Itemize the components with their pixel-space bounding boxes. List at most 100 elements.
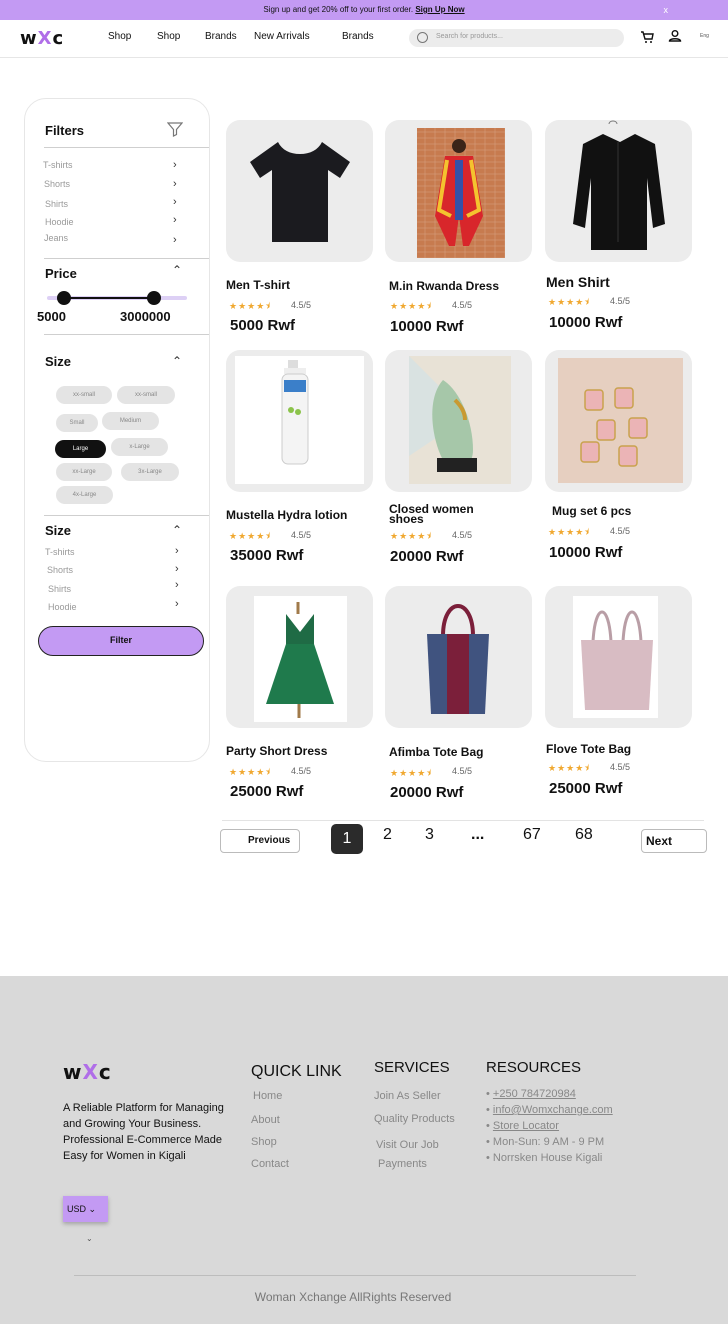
size-3x-large[interactable]: 3x-Large xyxy=(121,463,179,481)
page-3[interactable]: 3 xyxy=(425,826,434,844)
product-image-flove-bag[interactable] xyxy=(545,586,692,728)
footer-link-join-seller[interactable]: Join As Seller xyxy=(374,1090,441,1102)
footer-address: • Norrsken House Kigali xyxy=(486,1152,603,1164)
product-name[interactable]: Men T-shirt xyxy=(226,279,290,291)
page-1[interactable]: 1 xyxy=(331,824,363,854)
category-hoodie[interactable]: Hoodie xyxy=(45,217,74,227)
size-large[interactable]: Large xyxy=(55,440,106,458)
search-input[interactable]: Search for products... xyxy=(409,29,624,47)
category-tshirts[interactable]: T-shirts xyxy=(43,160,73,170)
product-name[interactable]: Mug set 6 pcs xyxy=(552,505,631,517)
rating-value: 4.5/5 xyxy=(610,526,631,536)
footer-link-about[interactable]: About xyxy=(251,1114,280,1126)
product-image-party-dress[interactable] xyxy=(226,586,373,728)
chevron-right-icon[interactable]: › xyxy=(175,579,179,591)
category-shirts-2[interactable]: Shirts xyxy=(48,584,71,594)
product-image-lotion[interactable] xyxy=(226,350,373,492)
size-xx-large[interactable]: xx-Large xyxy=(56,463,112,481)
footer-store-locator[interactable]: • Store Locator xyxy=(486,1120,559,1132)
product-name[interactable]: Closed women shoes xyxy=(389,503,499,525)
footer-email[interactable]: • info@Womxchange.com xyxy=(486,1104,613,1116)
size-xx-small-2[interactable]: xx-small xyxy=(117,386,175,404)
chevron-right-icon[interactable]: › xyxy=(173,178,177,190)
category-shorts[interactable]: Shorts xyxy=(44,179,70,189)
chevron-right-icon[interactable]: › xyxy=(175,545,179,557)
product-image-shoes[interactable] xyxy=(385,350,532,492)
footer-logo[interactable]: wXc xyxy=(63,1060,112,1084)
header: wXc Shop Shop Brands New Arrivals Brands… xyxy=(0,20,728,58)
chevron-right-icon[interactable]: › xyxy=(175,563,179,575)
footer-link-payments[interactable]: Payments xyxy=(378,1158,427,1170)
next-button[interactable]: Next xyxy=(641,829,707,853)
filters-title: Filters xyxy=(45,123,85,138)
rating-stars: ★★★★⯨ xyxy=(229,301,272,311)
footer-link-shop[interactable]: Shop xyxy=(251,1136,277,1148)
page-68[interactable]: 68 xyxy=(575,826,593,844)
nav-brands-2[interactable]: Brands xyxy=(342,31,374,42)
product-name[interactable]: Mustella Hydra lotion xyxy=(226,509,347,521)
footer-link-quality[interactable]: Quality Products xyxy=(374,1113,455,1125)
nav-brands[interactable]: Brands xyxy=(205,31,237,42)
size-x-large[interactable]: x-Large xyxy=(111,438,168,456)
signup-link[interactable]: Sign Up Now xyxy=(415,5,464,14)
page-ellipsis: ... xyxy=(471,826,485,843)
product-price: 20000 Rwf xyxy=(390,548,464,565)
product-name[interactable]: Flove Tote Bag xyxy=(546,743,631,755)
chevron-right-icon[interactable]: › xyxy=(173,196,177,208)
nav-shop-2[interactable]: Shop xyxy=(157,31,180,42)
divider xyxy=(74,1275,636,1276)
filters-sidebar: Filters T-shirts › Shorts › Shirts › Hoodie… xyxy=(24,98,210,762)
category-tshirts-2[interactable]: T-shirts xyxy=(45,547,75,557)
chevron-right-icon[interactable]: › xyxy=(173,159,177,171)
product-image-tshirt[interactable] xyxy=(226,120,373,262)
chevron-up-icon[interactable]: ⌃ xyxy=(172,354,182,368)
nav-shop[interactable]: Shop xyxy=(108,31,131,42)
logo[interactable]: wXc xyxy=(20,28,64,49)
rating-value: 4.5/5 xyxy=(291,530,312,540)
size-medium[interactable]: Medium xyxy=(102,412,159,430)
previous-button[interactable]: Previous xyxy=(220,829,300,853)
category-shirts[interactable]: Shirts xyxy=(45,199,68,209)
page-2[interactable]: 2 xyxy=(383,826,392,844)
size-small[interactable]: Small xyxy=(56,414,98,432)
product-name[interactable]: Party Short Dress xyxy=(226,745,327,757)
tote-bag-icon xyxy=(427,604,489,714)
product-name[interactable]: Men Shirt xyxy=(546,275,610,289)
language-select[interactable]: Eng xyxy=(700,33,709,39)
chevron-right-icon[interactable]: › xyxy=(175,598,179,610)
filter-icon[interactable] xyxy=(167,121,183,137)
footer-phone[interactable]: • +250 784720984 xyxy=(486,1088,576,1100)
filter-button[interactable]: Filter xyxy=(38,626,204,656)
product-price: 10000 Rwf xyxy=(549,544,623,561)
currency-select[interactable]: USD ⌄ xyxy=(63,1196,108,1222)
chevron-up-icon[interactable]: ⌃ xyxy=(172,263,182,277)
price-min-handle[interactable] xyxy=(57,291,71,305)
footer-link-contact[interactable]: Contact xyxy=(251,1158,289,1170)
rating-value: 4.5/5 xyxy=(452,530,473,540)
cart-icon[interactable] xyxy=(640,30,654,44)
product-price: 25000 Rwf xyxy=(549,780,623,797)
size-4x-large[interactable]: 4x-Large xyxy=(56,486,113,504)
category-shorts-2[interactable]: Shorts xyxy=(47,565,73,575)
category-hoodie-2[interactable]: Hoodie xyxy=(48,602,77,612)
close-icon[interactable]: x xyxy=(664,0,669,20)
footer-link-home[interactable]: Home xyxy=(253,1090,282,1102)
chevron-down-icon: ⌄ xyxy=(88,1204,97,1214)
product-name[interactable]: M.in Rwanda Dress xyxy=(389,280,499,292)
page-67[interactable]: 67 xyxy=(523,826,541,844)
chevron-up-icon[interactable]: ⌃ xyxy=(172,523,182,537)
category-jeans[interactable]: Jeans xyxy=(44,233,68,243)
product-image-shirt[interactable] xyxy=(545,120,692,262)
product-name[interactable]: Afimba Tote Bag xyxy=(389,746,483,758)
product-image-afimba-bag[interactable] xyxy=(385,586,532,728)
product-image-mugs[interactable] xyxy=(545,350,692,492)
nav-new-arrivals[interactable]: New Arrivals xyxy=(254,31,310,42)
chevron-right-icon[interactable]: › xyxy=(173,214,177,226)
footer-link-job[interactable]: Visit Our Job xyxy=(376,1139,439,1151)
size-xx-small[interactable]: xx-small xyxy=(56,386,112,404)
chevron-right-icon[interactable]: › xyxy=(173,234,177,246)
party-dress-icon xyxy=(254,596,347,722)
product-image-dress[interactable] xyxy=(385,120,532,262)
price-max-handle[interactable] xyxy=(147,291,161,305)
user-icon[interactable] xyxy=(668,29,682,43)
